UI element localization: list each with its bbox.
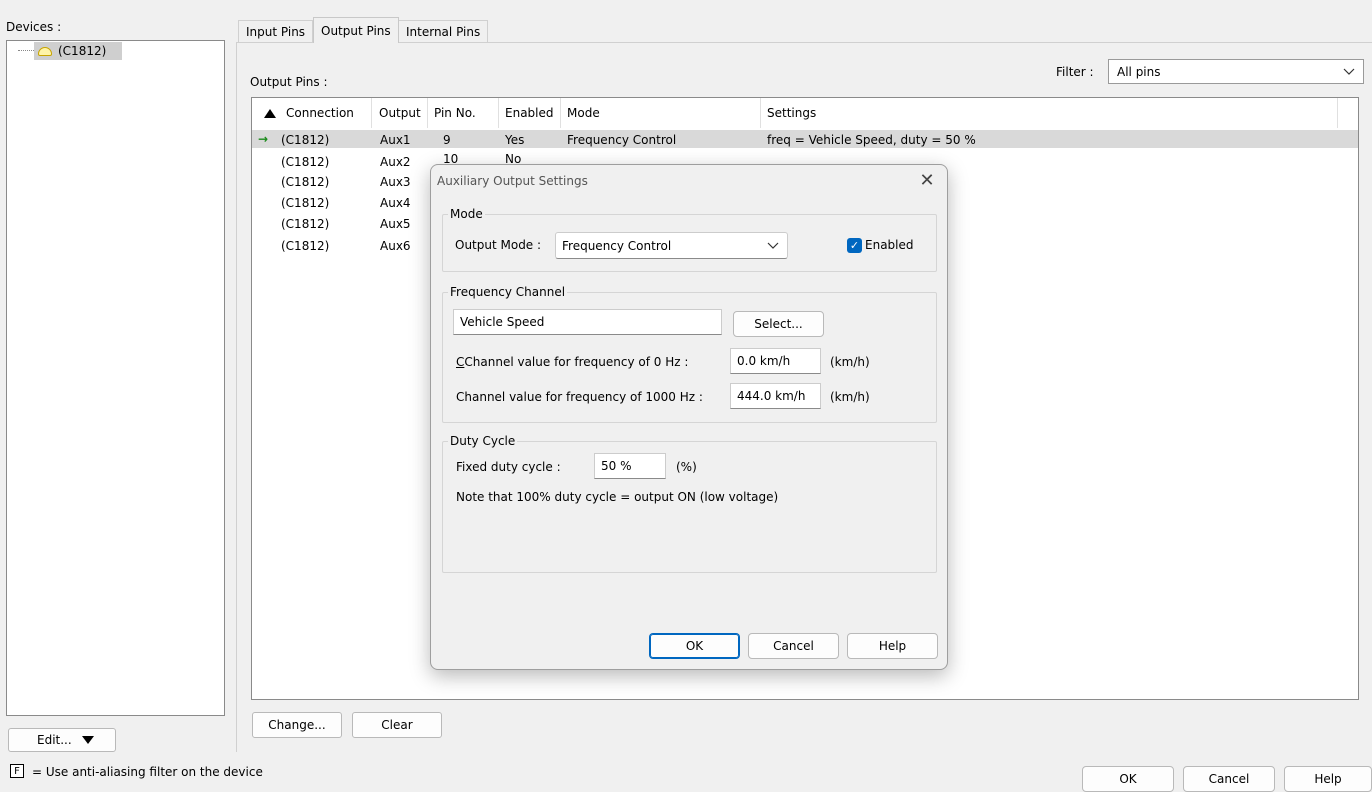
tree-connector	[18, 50, 34, 51]
caret-down-icon	[81, 736, 94, 744]
devices-label: Devices :	[6, 20, 62, 34]
mode-group-label: Mode	[448, 207, 485, 221]
filter-legend-text: = Use anti-aliasing filter on the device	[32, 765, 263, 779]
table-cell-pin: 9	[443, 133, 451, 147]
max-hz-label: Channel value for frequency of 1000 Hz :	[456, 390, 703, 404]
sort-ascending-icon	[264, 108, 276, 118]
column-header-connection[interactable]: Connection	[252, 98, 372, 128]
dialog-title: Auxiliary Output Settings	[437, 174, 588, 188]
zero-hz-label-text: Channel value for frequency of 0 Hz :	[464, 355, 689, 369]
filter-select[interactable]: All pins	[1108, 59, 1364, 84]
table-cell-output: Aux3	[380, 175, 411, 189]
output-pins-label: Output Pins :	[250, 75, 328, 89]
table-cell-connection: (C1812)	[281, 133, 330, 147]
clear-button[interactable]: Clear	[352, 712, 442, 738]
frequency-channel-group-label: Frequency Channel	[448, 285, 568, 299]
edit-button-label: Edit...	[37, 733, 72, 747]
column-header-label: Connection	[286, 106, 354, 120]
column-header-enabled[interactable]: Enabled	[499, 98, 561, 128]
output-mode-select[interactable]: Frequency Control	[555, 232, 788, 259]
tree-node-label: (C1812)	[58, 44, 107, 58]
output-mode-label: Output Mode :	[455, 238, 542, 252]
change-button[interactable]: Change...	[252, 712, 342, 738]
table-cell-enabled: Yes	[505, 133, 525, 147]
column-header-pin[interactable]: Pin No.	[428, 98, 499, 128]
dialog-help-button[interactable]: Help	[847, 633, 938, 659]
close-icon[interactable]: ✕	[918, 170, 936, 191]
select-channel-button[interactable]: Select...	[733, 311, 824, 337]
duty-cycle-label: Fixed duty cycle :	[456, 460, 561, 474]
dialog-cancel-button[interactable]: Cancel	[748, 633, 839, 659]
table-cell-output: Aux1	[380, 133, 411, 147]
filter-legend-icon: F	[10, 764, 24, 778]
chevron-down-icon	[1343, 68, 1355, 75]
max-hz-input[interactable]: 444.0 km/h	[730, 383, 821, 409]
channel-field[interactable]: Vehicle Speed	[453, 309, 722, 335]
zero-hz-unit: (km/h)	[830, 355, 870, 369]
zero-hz-label: CChannel value for frequency of 0 Hz :	[456, 355, 689, 369]
table-cell-output: Aux5	[380, 217, 411, 231]
column-header-settings[interactable]: Settings	[761, 98, 1338, 128]
filter-select-value: All pins	[1117, 64, 1161, 79]
devices-tree[interactable]	[6, 40, 225, 716]
tab-input-pins[interactable]: Input Pins	[238, 20, 314, 42]
chevron-down-icon	[767, 242, 779, 249]
tab-internal-pins[interactable]: Internal Pins	[398, 20, 489, 42]
help-button[interactable]: Help	[1284, 766, 1372, 792]
cancel-button[interactable]: Cancel	[1183, 766, 1275, 792]
duty-cycle-note: Note that 100% duty cycle = output ON (l…	[456, 490, 779, 504]
table-cell-output: Aux2	[380, 155, 411, 169]
table-cell-connection: (C1812)	[281, 217, 330, 231]
zero-hz-input[interactable]: 0.0 km/h	[730, 348, 821, 374]
dialog-ok-button[interactable]: OK	[649, 633, 740, 659]
table-cell-connection: (C1812)	[281, 175, 330, 189]
enabled-label: Enabled	[865, 238, 914, 252]
tree-node-device[interactable]: (C1812)	[34, 42, 122, 60]
duty-cycle-input[interactable]: 50 %	[594, 453, 666, 479]
max-hz-unit: (km/h)	[830, 390, 870, 404]
column-header-output[interactable]: Output	[373, 98, 428, 128]
column-header-mode[interactable]: Mode	[561, 98, 761, 128]
table-cell-settings: freq = Vehicle Speed, duty = 50 %	[767, 133, 976, 147]
duty-cycle-unit: (%)	[676, 460, 697, 474]
enabled-checkbox[interactable]: ✓	[847, 238, 862, 253]
output-mode-value: Frequency Control	[562, 238, 672, 253]
duty-cycle-group-label: Duty Cycle	[448, 434, 518, 448]
arrow-right-icon: →	[258, 132, 269, 146]
table-cell-connection: (C1812)	[281, 196, 330, 210]
table-cell-mode: Frequency Control	[567, 133, 677, 147]
table-cell-output: Aux4	[380, 196, 411, 210]
table-cell-output: Aux6	[380, 239, 411, 253]
ok-button[interactable]: OK	[1082, 766, 1174, 792]
tab-output-pins[interactable]: Output Pins	[313, 17, 399, 43]
table-cell-connection: (C1812)	[281, 239, 330, 253]
filter-label: Filter :	[1056, 65, 1094, 79]
edit-button[interactable]: Edit...	[8, 728, 116, 752]
table-cell-connection: (C1812)	[281, 155, 330, 169]
device-icon	[38, 46, 52, 56]
